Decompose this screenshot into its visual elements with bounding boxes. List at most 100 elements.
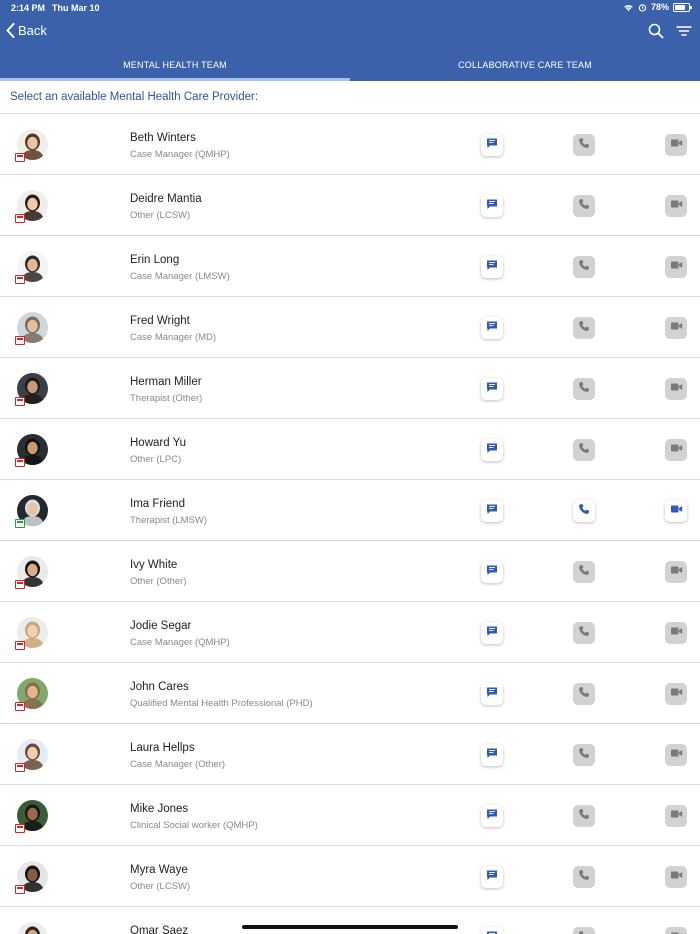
avatar: [15, 556, 48, 589]
nav-bar: Back: [0, 16, 700, 48]
video-call-button[interactable]: [665, 622, 687, 644]
provider-name: Laura Hellps: [130, 742, 195, 754]
phone-icon: [578, 136, 590, 154]
battery-icon: [673, 2, 692, 12]
message-button[interactable]: [481, 622, 503, 644]
provider-row[interactable]: Herman Miller Therapist (Other): [0, 358, 700, 419]
video-call-button[interactable]: [665, 378, 687, 400]
video-icon: [670, 685, 683, 703]
message-icon: [486, 807, 498, 825]
phone-icon: [578, 563, 590, 581]
message-button[interactable]: [481, 683, 503, 705]
phone-icon: [578, 258, 590, 276]
provider-row[interactable]: Omar Saez: [0, 907, 700, 934]
message-button[interactable]: [481, 378, 503, 400]
video-call-button[interactable]: [665, 866, 687, 888]
provider-role: Case Manager (QMHP): [130, 637, 230, 648]
call-button[interactable]: [573, 683, 595, 705]
call-button[interactable]: [573, 378, 595, 400]
calendar-unavailable-icon: [15, 336, 25, 345]
provider-row[interactable]: Jodie Segar Case Manager (QMHP): [0, 602, 700, 663]
status-bar: 2:14 PM Thu Mar 10 78%: [0, 0, 700, 16]
tab-collaborative-care-team[interactable]: COLLABORATIVE CARE TEAM: [350, 48, 700, 81]
call-button[interactable]: [573, 439, 595, 461]
provider-row[interactable]: Fred Wright Case Manager (MD): [0, 297, 700, 358]
provider-row[interactable]: Myra Waye Other (LCSW): [0, 846, 700, 907]
message-button[interactable]: [481, 439, 503, 461]
filter-icon[interactable]: [676, 23, 692, 39]
message-button[interactable]: [481, 866, 503, 888]
message-icon: [486, 502, 498, 520]
tab-mental-health-team[interactable]: MENTAL HEALTH TEAM: [0, 48, 350, 81]
provider-name: Howard Yu: [130, 437, 187, 449]
calendar-available-icon: [15, 519, 25, 528]
video-call-button[interactable]: [665, 317, 687, 339]
message-button[interactable]: [481, 744, 503, 766]
message-button[interactable]: [481, 134, 503, 156]
video-call-button[interactable]: [665, 134, 687, 156]
call-button[interactable]: [573, 866, 595, 888]
provider-row[interactable]: Deidre Mantia Other (LCSW): [0, 175, 700, 236]
video-call-button[interactable]: [665, 500, 687, 522]
call-button[interactable]: [573, 927, 595, 934]
video-icon: [670, 441, 683, 459]
call-button[interactable]: [573, 500, 595, 522]
app-screen: 2:14 PM Thu Mar 10 78% Back MENTAL HEALT…: [0, 0, 700, 934]
search-icon[interactable]: [648, 23, 664, 39]
message-button[interactable]: [481, 561, 503, 583]
provider-row[interactable]: Ima Friend Therapist (LMSW): [0, 480, 700, 541]
back-button[interactable]: Back: [6, 23, 47, 38]
provider-row[interactable]: Erin Long Case Manager (LMSW): [0, 236, 700, 297]
chevron-left-icon: [6, 23, 15, 38]
avatar: [15, 861, 48, 894]
provider-name: Fred Wright: [130, 315, 190, 327]
message-button[interactable]: [481, 317, 503, 339]
provider-name: Ima Friend: [130, 498, 185, 510]
phone-icon: [578, 502, 590, 520]
avatar: [15, 800, 48, 833]
provider-name: Myra Waye: [130, 864, 188, 876]
battery-percent: 78%: [650, 2, 669, 12]
provider-role: Other (LCSW): [130, 210, 191, 221]
video-call-button[interactable]: [665, 805, 687, 827]
message-button[interactable]: [481, 927, 503, 934]
avatar: [15, 495, 48, 528]
call-button[interactable]: [573, 134, 595, 156]
video-icon: [670, 258, 683, 276]
video-call-button[interactable]: [665, 683, 687, 705]
video-call-button[interactable]: [665, 744, 687, 766]
video-call-button[interactable]: [665, 256, 687, 278]
provider-row[interactable]: Mike Jones Clinical Social worker (QMHP): [0, 785, 700, 846]
message-button[interactable]: [481, 500, 503, 522]
call-button[interactable]: [573, 622, 595, 644]
message-icon: [486, 746, 498, 764]
avatar: [15, 434, 48, 467]
video-icon: [670, 197, 683, 215]
provider-row[interactable]: Ivy White Other (Other): [0, 541, 700, 602]
calendar-unavailable-icon: [15, 702, 25, 711]
phone-icon: [578, 380, 590, 398]
video-call-button[interactable]: [665, 195, 687, 217]
provider-row[interactable]: John Cares Qualified Mental Health Profe…: [0, 663, 700, 724]
phone-icon: [578, 807, 590, 825]
call-button[interactable]: [573, 744, 595, 766]
message-button[interactable]: [481, 256, 503, 278]
video-call-button[interactable]: [665, 927, 687, 934]
video-icon: [670, 136, 683, 154]
video-icon: [670, 868, 683, 886]
provider-row[interactable]: Howard Yu Other (LPC): [0, 419, 700, 480]
call-button[interactable]: [573, 195, 595, 217]
video-call-button[interactable]: [665, 561, 687, 583]
call-button[interactable]: [573, 561, 595, 583]
video-icon: [670, 502, 683, 520]
call-button[interactable]: [573, 256, 595, 278]
provider-name: Deidre Mantia: [130, 193, 202, 205]
provider-row[interactable]: Beth Winters Case Manager (QMHP): [0, 114, 700, 175]
video-call-button[interactable]: [665, 439, 687, 461]
call-button[interactable]: [573, 805, 595, 827]
status-date: Thu Mar 10: [52, 3, 100, 13]
message-button[interactable]: [481, 195, 503, 217]
call-button[interactable]: [573, 317, 595, 339]
provider-row[interactable]: Laura Hellps Case Manager (Other): [0, 724, 700, 785]
message-button[interactable]: [481, 805, 503, 827]
